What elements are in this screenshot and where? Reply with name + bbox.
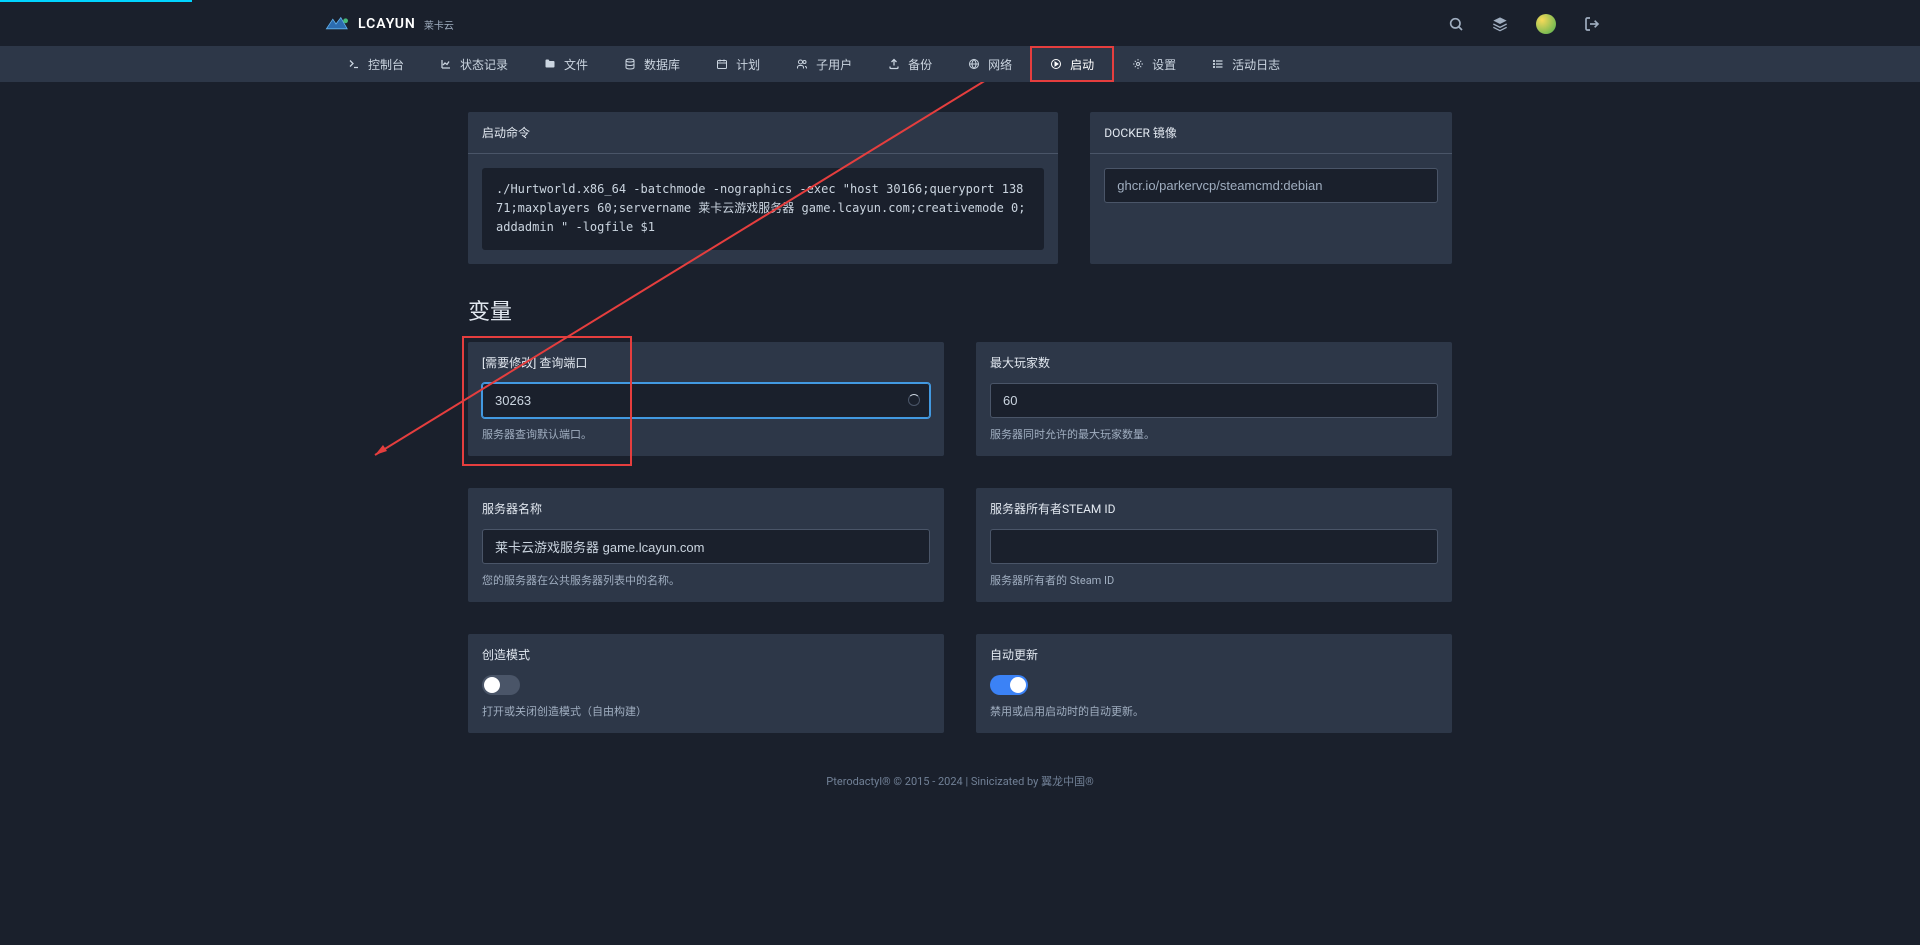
variable-hint: 服务器查询默认端口。 bbox=[482, 426, 930, 442]
nav-item-database[interactable]: 数据库 bbox=[606, 46, 698, 82]
docker-card: DOCKER 镜像 bbox=[1090, 112, 1452, 264]
sub-nav: 控制台 状态记录 文件 数据库 计划 子用户 备份 网络 启动 设置 活动日志 bbox=[0, 46, 1920, 82]
logout-icon[interactable] bbox=[1584, 16, 1600, 32]
avatar[interactable] bbox=[1536, 14, 1556, 34]
variable-card: [需要修改] 查询端口服务器查询默认端口。 bbox=[468, 342, 944, 456]
chart-icon bbox=[440, 58, 452, 70]
variable-input[interactable] bbox=[990, 383, 1438, 418]
loading-spinner bbox=[908, 394, 920, 406]
layers-icon[interactable] bbox=[1492, 16, 1508, 32]
upload-icon bbox=[888, 58, 900, 70]
startup-title: 启动命令 bbox=[468, 112, 1058, 154]
variable-input[interactable] bbox=[482, 529, 930, 564]
terminal-icon bbox=[348, 58, 360, 70]
footer: Pterodactyl® © 2015 - 2024 | Sinicizated… bbox=[0, 753, 1920, 809]
search-icon[interactable] bbox=[1448, 16, 1464, 32]
logo[interactable]: LCAYUN 莱卡云 bbox=[320, 14, 454, 34]
play-icon bbox=[1050, 58, 1062, 70]
nav-item-folder[interactable]: 文件 bbox=[526, 46, 606, 82]
folder-icon bbox=[544, 58, 556, 70]
logo-sub: 莱卡云 bbox=[424, 17, 454, 32]
variable-label: 创造模式 bbox=[468, 634, 944, 675]
variable-input[interactable] bbox=[482, 383, 930, 418]
main-content: 启动命令 ./Hurtworld.x86_64 -batchmode -nogr… bbox=[458, 82, 1462, 753]
variables-title: 变量 bbox=[468, 294, 1452, 326]
docker-image-input[interactable] bbox=[1104, 168, 1438, 203]
variable-label: 最大玩家数 bbox=[976, 342, 1452, 383]
nav-item-upload[interactable]: 备份 bbox=[870, 46, 950, 82]
variable-hint: 您的服务器在公共服务器列表中的名称。 bbox=[482, 572, 930, 588]
toggle-switch[interactable] bbox=[482, 675, 520, 695]
nav-label: 控制台 bbox=[368, 56, 404, 73]
variable-label: 自动更新 bbox=[976, 634, 1452, 675]
users-icon bbox=[796, 58, 808, 70]
nav-item-network[interactable]: 网络 bbox=[950, 46, 1030, 82]
nav-label: 状态记录 bbox=[460, 56, 508, 73]
variable-hint: 服务器所有者的 Steam ID bbox=[990, 572, 1438, 588]
variable-hint: 禁用或启用启动时的自动更新。 bbox=[990, 703, 1438, 719]
nav-item-calendar[interactable]: 计划 bbox=[698, 46, 778, 82]
nav-item-list[interactable]: 活动日志 bbox=[1194, 46, 1298, 82]
cog-icon bbox=[1132, 58, 1144, 70]
nav-label: 活动日志 bbox=[1232, 56, 1280, 73]
variable-card: 服务器所有者STEAM ID 服务器所有者的 Steam ID bbox=[976, 488, 1452, 602]
variable-label: 服务器所有者STEAM ID bbox=[976, 488, 1452, 529]
nav-label: 网络 bbox=[988, 56, 1012, 73]
nav-label: 备份 bbox=[908, 56, 932, 73]
nav-label: 数据库 bbox=[644, 56, 680, 73]
variable-card: 自动更新禁用或启用启动时的自动更新。 bbox=[976, 634, 1452, 733]
startup-command: ./Hurtworld.x86_64 -batchmode -nographic… bbox=[482, 168, 1044, 250]
variable-label: 服务器名称 bbox=[468, 488, 944, 529]
variable-card: 服务器名称您的服务器在公共服务器列表中的名称。 bbox=[468, 488, 944, 602]
variable-card: 最大玩家数服务器同时允许的最大玩家数量。 bbox=[976, 342, 1452, 456]
nav-item-cog[interactable]: 设置 bbox=[1114, 46, 1194, 82]
nav-label: 启动 bbox=[1070, 56, 1094, 73]
calendar-icon bbox=[716, 58, 728, 70]
nav-label: 文件 bbox=[564, 56, 588, 73]
database-icon bbox=[624, 58, 636, 70]
nav-label: 设置 bbox=[1152, 56, 1176, 73]
nav-label: 计划 bbox=[736, 56, 760, 73]
header: LCAYUN 莱卡云 bbox=[0, 2, 1920, 46]
startup-card: 启动命令 ./Hurtworld.x86_64 -batchmode -nogr… bbox=[468, 112, 1058, 264]
nav-item-play[interactable]: 启动 bbox=[1030, 46, 1114, 82]
variable-card: 创造模式打开或关闭创造模式（自由构建） bbox=[468, 634, 944, 733]
variable-hint: 服务器同时允许的最大玩家数量。 bbox=[990, 426, 1438, 442]
nav-item-chart[interactable]: 状态记录 bbox=[422, 46, 526, 82]
logo-text: LCAYUN bbox=[358, 16, 416, 32]
nav-item-users[interactable]: 子用户 bbox=[778, 46, 870, 82]
variable-label: [需要修改] 查询端口 bbox=[468, 342, 944, 383]
docker-title: DOCKER 镜像 bbox=[1090, 112, 1452, 154]
variable-hint: 打开或关闭创造模式（自由构建） bbox=[482, 703, 930, 719]
variable-input[interactable] bbox=[990, 529, 1438, 564]
nav-label: 子用户 bbox=[816, 56, 852, 73]
logo-icon bbox=[320, 14, 352, 34]
list-icon bbox=[1212, 58, 1224, 70]
toggle-switch[interactable] bbox=[990, 675, 1028, 695]
network-icon bbox=[968, 58, 980, 70]
nav-item-terminal[interactable]: 控制台 bbox=[330, 46, 422, 82]
